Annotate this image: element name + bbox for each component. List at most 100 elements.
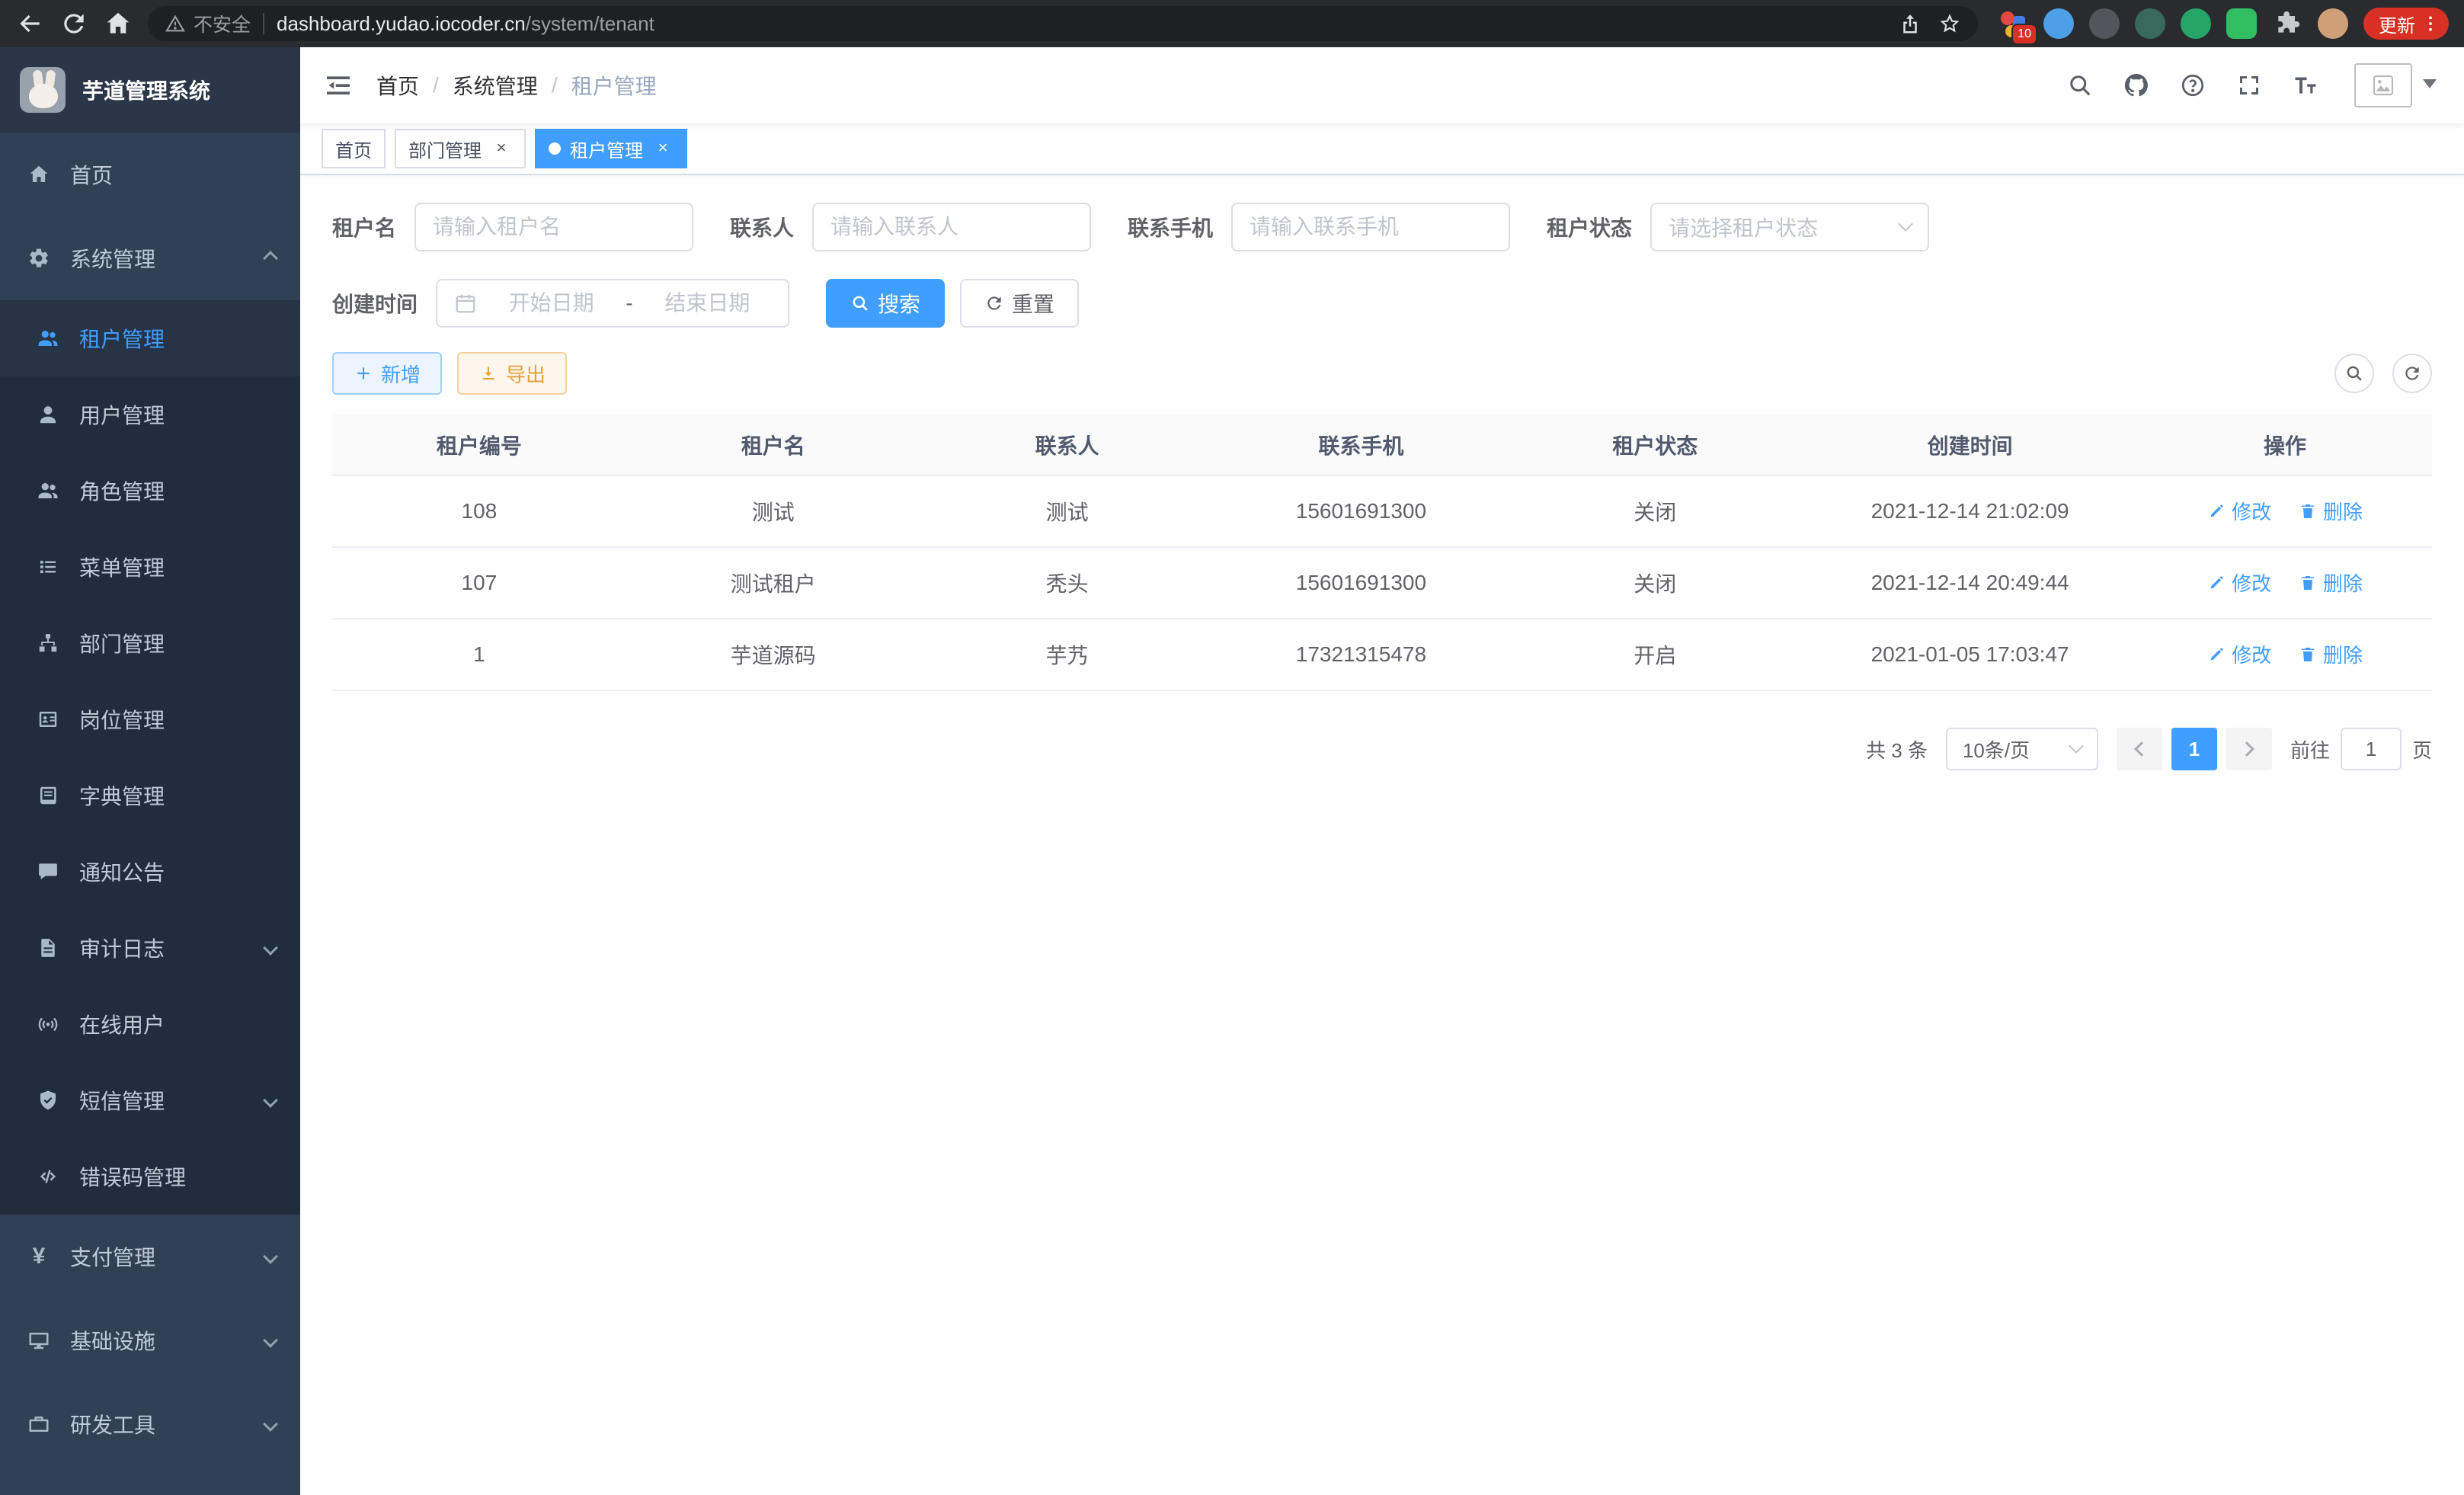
download-icon: [478, 363, 498, 383]
back-button[interactable]: [15, 9, 44, 38]
sidebar-item-audit-log[interactable]: 审计日志: [0, 910, 300, 986]
sidebar-item-error-code-management[interactable]: 错误码管理: [0, 1138, 300, 1215]
edit-button-label: 修改: [2232, 568, 2271, 597]
date-separator: -: [626, 291, 632, 315]
search-button[interactable]: 搜索: [826, 279, 945, 328]
sidebar-item-home[interactable]: 首页: [0, 133, 300, 216]
chevron-down-icon: [263, 1417, 278, 1432]
next-page-button[interactable]: [2226, 728, 2272, 770]
add-button[interactable]: 新增: [332, 352, 442, 395]
security-chip[interactable]: 不安全: [165, 10, 251, 37]
tenant-name-input[interactable]: [433, 215, 675, 239]
sidebar-item-label: 字典管理: [79, 780, 165, 811]
broken-image-icon: [2371, 73, 2395, 98]
tenants-icon: [37, 327, 59, 350]
more-vertical-icon[interactable]: [2420, 13, 2441, 34]
edit-icon: [2207, 574, 2226, 592]
fullscreen-icon[interactable]: [2235, 72, 2263, 99]
goto-page-input[interactable]: [2341, 728, 2402, 770]
help-icon[interactable]: [2179, 72, 2206, 99]
tab-label: 部门管理: [408, 136, 482, 162]
goto-label: 前往: [2290, 735, 2330, 764]
edit-icon: [2207, 502, 2226, 520]
tenant-table: 租户编号 租户名 联系人 联系手机 租户状态 创建时间 操作 108 测试: [332, 415, 2432, 691]
sidebar-item-sms-management[interactable]: 短信管理: [0, 1062, 300, 1138]
address-bar[interactable]: 不安全 dashboard.yudao.iocoder.cn/system/te…: [148, 6, 1978, 41]
sidebar-item-notice[interactable]: 通知公告: [0, 834, 300, 910]
home-button[interactable]: [104, 9, 133, 38]
prev-page-button[interactable]: [2117, 728, 2162, 770]
sidebar-item-menu-management[interactable]: 菜单管理: [0, 529, 300, 605]
export-button[interactable]: 导出: [457, 352, 567, 395]
bookmark-star-icon[interactable]: [1938, 12, 1961, 35]
table-toolbar: 新增 导出: [332, 352, 2432, 395]
sidebar-toggle-button[interactable]: [300, 47, 376, 123]
sidebar-item-label: 支付管理: [70, 1241, 155, 1272]
edit-button[interactable]: 修改: [2207, 640, 2271, 668]
sidebar-item-system-management[interactable]: 系统管理: [0, 216, 300, 300]
tab-tenant-management[interactable]: 租户管理 ×: [535, 129, 687, 168]
sidebar-item-post-management[interactable]: 岗位管理: [0, 681, 300, 757]
app-logo[interactable]: 芋道管理系统: [0, 47, 300, 133]
sidebar-item-dict-management[interactable]: 字典管理: [0, 757, 300, 834]
sidebar-item-role-management[interactable]: 角色管理: [0, 453, 300, 529]
filter-form-row-1: 租户名 联系人 联系手机 租户状态 请选择租户状态: [332, 203, 2432, 251]
sidebar-item-online-users[interactable]: 在线用户: [0, 986, 300, 1062]
share-icon[interactable]: [1899, 12, 1922, 35]
sidebar-item-tenant-management[interactable]: 租户管理: [0, 300, 300, 376]
search-icon[interactable]: [2066, 72, 2094, 99]
tab-label: 首页: [335, 136, 372, 162]
filter-label: 联系手机: [1128, 212, 1231, 242]
page-number-button[interactable]: 1: [2171, 728, 2217, 770]
sidebar-item-dept-management[interactable]: 部门管理: [0, 605, 300, 681]
edit-button[interactable]: 修改: [2207, 497, 2271, 525]
reset-button-label: 重置: [1012, 288, 1054, 319]
github-icon[interactable]: [2123, 72, 2150, 99]
org-tree-icon: [37, 632, 59, 655]
delete-button[interactable]: 删除: [2299, 568, 2363, 597]
refresh-button[interactable]: [2392, 354, 2432, 393]
phone-input[interactable]: [1250, 215, 1492, 239]
browser-toolbar: 不安全 dashboard.yudao.iocoder.cn/system/te…: [0, 0, 2464, 47]
delete-icon: [2299, 502, 2317, 520]
extension-icon[interactable]: [2043, 8, 2074, 39]
sidebar-item-infrastructure[interactable]: 基础设施: [0, 1298, 300, 1382]
column-phone: 联系手机: [1214, 415, 1508, 475]
delete-button[interactable]: 删除: [2299, 640, 2363, 668]
font-size-icon[interactable]: [2292, 72, 2319, 99]
contact-input[interactable]: [830, 215, 1073, 239]
tab-home[interactable]: 首页: [322, 129, 386, 168]
extension-icon[interactable]: [2135, 8, 2165, 39]
sidebar-item-payment-management[interactable]: ¥ 支付管理: [0, 1215, 300, 1298]
sidebar-item-label: 短信管理: [79, 1085, 165, 1116]
tags-view-bar: 首页 部门管理 × 租户管理 ×: [300, 123, 2464, 175]
sidebar-menu: 首页 系统管理 租户管理 用户管理 角色管理: [0, 133, 300, 1495]
reset-button[interactable]: 重置: [960, 279, 1079, 328]
extension-icon[interactable]: [2226, 8, 2257, 39]
browser-profile-avatar[interactable]: [2318, 8, 2348, 39]
status-select[interactable]: 请选择租户状态: [1650, 203, 1929, 251]
sidebar-item-dev-tools[interactable]: 研发工具: [0, 1382, 300, 1466]
puzzle-icon[interactable]: [2272, 8, 2302, 39]
end-date-input[interactable]: [644, 291, 771, 315]
close-icon[interactable]: ×: [491, 138, 512, 159]
search-toggle-button[interactable]: [2334, 354, 2374, 393]
breadcrumb-home[interactable]: 首页: [376, 70, 419, 101]
page-size-select[interactable]: 10条/页: [1946, 728, 2098, 770]
delete-button[interactable]: 删除: [2299, 497, 2363, 525]
sidebar-item-label: 通知公告: [79, 856, 165, 887]
extension-icon[interactable]: [2181, 8, 2211, 39]
sidebar-item-user-management[interactable]: 用户管理: [0, 376, 300, 453]
chrome-update-button[interactable]: 更新: [2363, 8, 2449, 40]
extension-icon[interactable]: 10: [1998, 8, 2028, 39]
edit-button[interactable]: 修改: [2207, 568, 2271, 597]
start-date-input[interactable]: [488, 291, 615, 315]
close-icon[interactable]: ×: [652, 138, 674, 159]
tab-dept-management[interactable]: 部门管理 ×: [395, 129, 526, 168]
date-range-picker[interactable]: -: [436, 279, 789, 328]
user-avatar-menu[interactable]: [2354, 63, 2437, 107]
chevron-down-icon: [263, 940, 278, 956]
table-row: 108 测试 测试 15601691300 关闭 2021-12-14 21:0…: [332, 475, 2432, 547]
extension-icon[interactable]: [2089, 8, 2120, 39]
reload-button[interactable]: [59, 9, 88, 38]
